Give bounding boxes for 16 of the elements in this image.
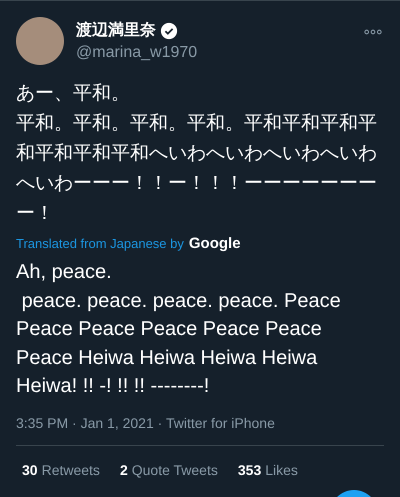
translator-logo: Google [188,235,241,252]
display-name: 渡辺満里奈 [76,20,156,41]
translated-text: Ah, peace. peace. peace. peace. peace. Peace Peace Peace Peace Peace Peace Peace Heiwa Heiwa Heiwa Heiwa Heiwa! !! -! !! !! --------! [16,260,342,399]
translation-link[interactable]: Translated from Japanese by [16,236,184,251]
stat-label[interactable]: Retweets [42,462,100,478]
avatar[interactable] [16,17,64,65]
tweet-text: あー、平和。 [16,82,131,106]
stat-label[interactable]: Quote Tweets [132,462,218,478]
tweet-text: 平和。平和。平和。平和。平和平和平和平和平和平和平和へいわへいわへいわへいわへいわーーー！！ー！！！ーーーーーーーー！ [16,112,378,226]
stat-count[interactable]: 353 [238,462,262,478]
stat-count[interactable]: 30 [22,462,38,478]
user-handle: @marina_w1970 [76,44,198,62]
more-icon[interactable] [364,29,382,35]
tweet-timestamp: 3:35 PM · Jan 1, 2021 · Twitter for iPhone [16,414,276,430]
stat-count[interactable]: 2 [120,462,128,478]
stat-label[interactable]: Likes [265,462,298,478]
